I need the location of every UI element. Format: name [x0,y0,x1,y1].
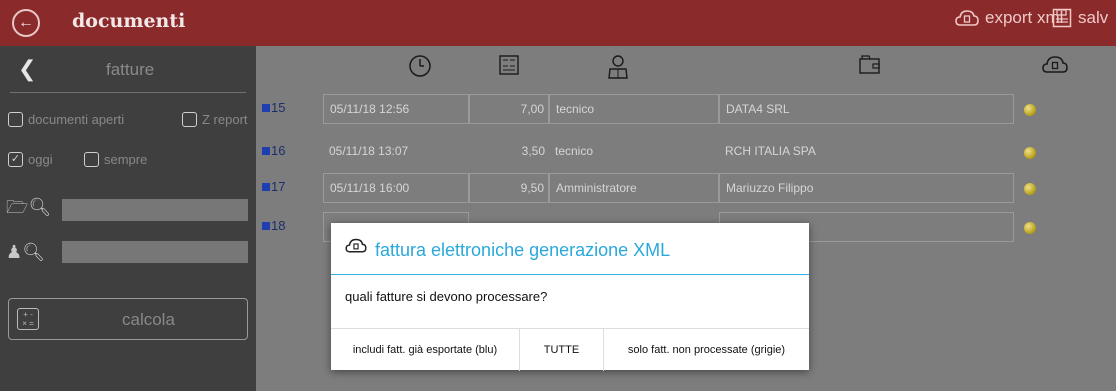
divider [10,92,246,93]
calculator-icon: + - × = [17,308,39,330]
dialog-actions: includi fatt. già esportate (blu) TUTTE … [331,328,809,371]
top-bar: ← documenti export xml salv [0,0,1116,46]
checkbox-box-checked[interactable]: ✓ [8,152,23,167]
dialog-title: fattura elettroniche generazione XML [375,240,671,260]
row-marker [262,183,270,191]
checkbox-box[interactable] [182,112,197,127]
checkbox-z-report[interactable]: Z report [182,112,248,127]
amount-cell: 9,50 [469,173,549,203]
xml-generation-dialog: fattura elettroniche generazione XML qua… [331,223,809,371]
user-cell: tecnico [549,94,719,124]
back-arrow-icon[interactable]: ← [12,9,40,37]
status-dot [1024,147,1036,159]
user-cell: Amministratore [549,173,719,203]
client-cell: DATA4 SRL [719,94,1014,124]
export-xml-button[interactable]: export xml [955,8,1063,28]
row-marker [262,147,270,155]
checkbox-box[interactable] [84,152,99,167]
save-icon [1052,8,1072,28]
sidebar: ❮ fatture documenti aperti Z report ✓ og… [0,46,256,391]
cloud-export-icon [955,10,979,26]
date-cell: 05/11/18 13:07 [329,144,409,158]
cloud-icon [345,238,367,253]
row-number: 16 [271,143,286,158]
folder-search-icon: 🗁🔍︎ [6,197,52,217]
dialog-header: fattura elettroniche generazione XML [331,223,809,275]
save-button[interactable]: salv [1052,8,1108,28]
checkbox-label: Z report [202,112,248,127]
amount-cell: 7,00 [469,94,549,124]
dialog-message: quali fatture si devono processare? [345,289,548,304]
clock-icon[interactable] [408,54,432,78]
checkbox-open-documents[interactable]: documenti aperti [8,112,124,127]
status-dot [1024,104,1036,116]
table-row[interactable]: 16 05/11/18 13:07 3,50 tecnico RCH ITALI… [256,137,1116,167]
client-cell: Mariuzzo Filippo [719,173,1014,203]
chevron-left-icon[interactable]: ❮ [18,56,36,82]
sidebar-header: ❮ fatture [0,46,256,94]
date-cell: 05/11/18 16:00 [323,173,469,203]
table-row[interactable]: 15 05/11/18 12:56 7,00 tecnico DATA4 SRL [256,94,1116,124]
row-number: 15 [271,100,286,115]
checkbox-label: documenti aperti [28,112,125,127]
row-number: 17 [271,179,286,194]
status-dot [1024,183,1036,195]
all-button[interactable]: TUTTE [520,329,604,371]
person-icon[interactable] [606,54,630,80]
row-marker [262,222,270,230]
amount-cell: 3,50 [521,144,545,158]
person-search-input[interactable] [62,241,248,263]
unprocessed-only-button[interactable]: solo fatt. non processate (grigie) [604,329,809,371]
include-exported-button[interactable]: includi fatt. già esportate (blu) [331,329,520,371]
checkbox-box[interactable] [8,112,23,127]
date-cell: 05/11/18 12:56 [323,94,469,124]
wallet-icon[interactable] [858,54,882,76]
save-label: salv [1078,8,1109,27]
row-marker [262,104,270,112]
person-search-icon: ♟🔍︎ [6,241,45,262]
calculate-label: calcola [122,310,175,329]
status-dot [1024,222,1036,234]
calculate-button[interactable]: + - × = calcola [8,298,248,340]
table-row[interactable]: 17 05/11/18 16:00 9,50 Amministratore Ma… [256,173,1116,203]
cloud-icon[interactable] [1042,54,1068,76]
document-search-input[interactable] [62,199,248,221]
document-search-row: 🗁🔍︎ [6,197,248,221]
sidebar-title: fatture [106,60,155,79]
checkbox-label: sempre [104,152,148,167]
person-search-row: ♟🔍︎ [6,241,248,263]
checkbox-today[interactable]: ✓ oggi [8,152,53,167]
client-cell: RCH ITALIA SPA [725,144,816,158]
user-cell: tecnico [555,144,594,158]
checkbox-label: oggi [28,152,53,167]
checkbox-always[interactable]: sempre [84,152,147,167]
page-title: documenti [72,10,186,32]
row-number: 18 [271,218,286,233]
calculator-grid-icon[interactable] [498,54,520,76]
